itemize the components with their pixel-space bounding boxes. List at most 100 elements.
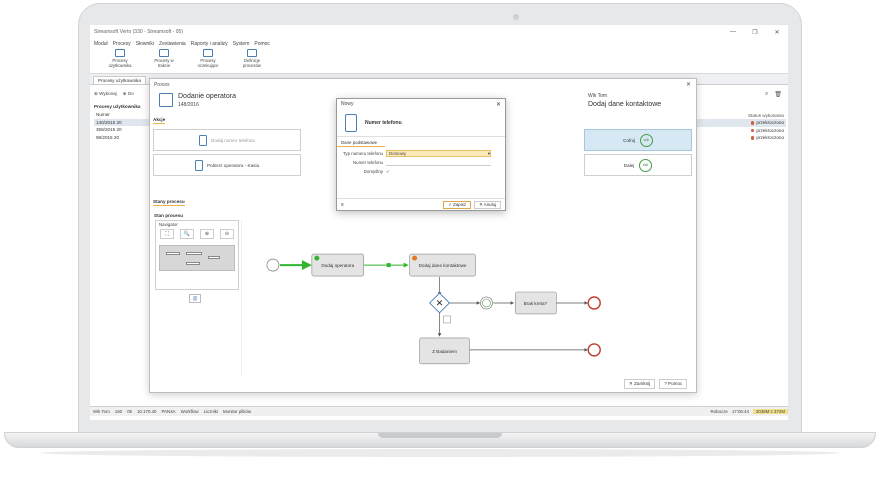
menu-item-zestawienia[interactable]: Zestawienia (159, 41, 186, 47)
operation-title: Dodanie operatora (178, 93, 236, 100)
save-button[interactable]: ✓ Zapisz (443, 200, 472, 209)
table-row[interactable]: 28m przekroczono (686, 134, 786, 142)
phone-type-select[interactable]: Domowy ▾ (386, 150, 491, 157)
zoom-icon[interactable]: 🔍 (180, 229, 194, 239)
process-dialog-title: Proces (154, 81, 170, 88)
ribbon-procesy-oczekujace[interactable]: Procesy oczekujące (192, 48, 224, 73)
menu-icon[interactable]: ≡ (341, 202, 344, 208)
end-event[interactable] (587, 343, 601, 357)
navigator-minimap[interactable] (159, 245, 235, 271)
cell-prefix: 20 (113, 134, 120, 140)
liczniki-link[interactable]: Liczniki (204, 409, 218, 414)
ribbon-label: Procesy oczekujące (197, 58, 219, 68)
status-dot (750, 121, 755, 125)
menu-item-procesy[interactable]: Procesy (113, 41, 131, 47)
app-window: Streamsoft Verto (330 - Streamsoft - 05)… (90, 25, 788, 420)
process-dialog-titlebar: Proces ✕ (150, 79, 696, 90)
process-icon (115, 49, 125, 57)
number-label: Numer telefonu (352, 160, 383, 165)
default-row: Domyślny ✓ (337, 167, 505, 176)
ribbon-definicje-procesow[interactable]: Definicje procesów (236, 48, 268, 73)
stany-procesu-tab[interactable]: Stany procesu (153, 199, 185, 206)
zoom-out-icon[interactable]: ⊖ (220, 229, 234, 239)
ribbon-label: Procesy użytkownika (108, 58, 132, 68)
status-dot (412, 255, 418, 261)
back-label: Cofnij (623, 137, 635, 143)
fit-icon[interactable]: ⛶ (160, 229, 174, 239)
wykonaj-button[interactable]: ⊕ Wykonaj (94, 91, 117, 97)
status-user: Wik Tom (93, 409, 110, 414)
dane-podstawowe-tab[interactable]: Dane podstawowe (337, 137, 385, 147)
menu-item-pomoc[interactable]: Pomoc (254, 41, 270, 47)
menu-item-raporty[interactable]: Raporty i analizy (191, 41, 228, 47)
window-title: Streamsoft Verto (330 - Streamsoft - 05) (94, 29, 183, 35)
number-row: Numer telefonu (337, 158, 505, 167)
workflow-link[interactable]: Workflow (181, 409, 199, 414)
zoom-in-icon[interactable]: ⊕ (200, 229, 214, 239)
stan-procesu-label: Stan procesu (154, 213, 184, 218)
table-row[interactable]: 40m przekroczono (686, 127, 786, 135)
get-operator-button[interactable]: Pobierz operatora - Kasia (153, 154, 301, 176)
end-event[interactable] (587, 296, 601, 310)
navigator-label: Navigator (159, 222, 178, 227)
menu-item-modul[interactable]: Moduł (94, 41, 108, 47)
menu-bar: Moduł Procesy Słowniki Zestawienia Rapor… (90, 39, 788, 48)
status-memory: 2038M z 372M (752, 409, 788, 414)
navigator-panel: Navigator ⛶ 🔍 ⊕ ⊖ (155, 220, 239, 290)
task-user: Wik Tom (588, 93, 608, 99)
status-right: Robocze 17:06:44 2038M z 372M (711, 409, 788, 414)
chevron-down-icon: ▾ (487, 150, 490, 156)
cancel-button[interactable]: ✕ Anuluj (474, 200, 501, 209)
laptop-shadow (40, 449, 840, 457)
operation-number: 148/2016 (178, 102, 199, 108)
next-button[interactable]: Dalej ⇨ (584, 154, 692, 176)
close-icon[interactable]: ✕ (686, 81, 691, 88)
gateway-x-icon: ✕ (436, 298, 444, 308)
add-phone-button[interactable]: Dodaj numer telefonu (153, 129, 301, 151)
status-dot (750, 136, 755, 140)
zamknij-button[interactable]: ✕ Zamknij (624, 379, 656, 389)
background-icons: ⌕ 🗑 (765, 91, 782, 98)
operation-header: Dodanie operatora 148/2016 (159, 93, 236, 108)
akcje-tab[interactable]: Akcje (153, 117, 166, 124)
process-dialog-footer: ✕ Zamknij ? Pomoc (624, 379, 688, 389)
table-row[interactable]: 50m przekroczono (686, 119, 786, 127)
table-row[interactable]: 358/2015 20 (94, 126, 154, 134)
status-bar: Wik Tom 160 05 10.170.40 PAN4A Workflow … (90, 406, 788, 416)
column-header: Numer (94, 111, 154, 119)
status-cell: przekroczono (750, 120, 784, 126)
default-checkbox[interactable]: ✓ (386, 169, 390, 175)
monitor-link[interactable]: Monitor plików (223, 409, 251, 414)
ribbon-procesy-uzytkownika[interactable]: Procesy użytkownika (104, 48, 136, 73)
table-row[interactable]: 140/2015 20 (94, 118, 154, 126)
status-item: 160 (114, 409, 123, 414)
navigator-tools: ⛶ 🔍 ⊕ ⊖ (156, 229, 238, 239)
tab-procesy-uzytkownika[interactable]: Procesy użytkownika (93, 76, 146, 84)
menu-item-system[interactable]: System (233, 41, 250, 47)
cell-prefix: 20 (116, 127, 122, 132)
column-numer: Numer (96, 112, 110, 117)
table-row[interactable]: 98/2015 20 (94, 134, 154, 142)
back-button[interactable]: Cofnij ⇨ (584, 129, 692, 151)
menu-item-slowniki[interactable]: Słowniki (136, 41, 154, 47)
phone-icon (345, 113, 357, 132)
pomoc-button[interactable]: ? Pomoc (659, 379, 688, 389)
maximize-button[interactable]: ❐ (744, 29, 766, 36)
cell-numer: 140/2015 (96, 119, 116, 125)
do-button[interactable]: ⊕ Do (123, 91, 134, 97)
search-icon[interactable]: ⌕ (765, 91, 768, 98)
user-icon (194, 159, 203, 171)
cell-status: przekroczono (756, 120, 784, 125)
at-icon[interactable]: @ (189, 294, 201, 303)
phone-number-input[interactable] (386, 159, 491, 166)
start-event[interactable] (266, 258, 280, 272)
trash-icon[interactable]: 🗑 (774, 91, 782, 98)
minimize-button[interactable]: — (722, 29, 744, 36)
close-window-button[interactable]: ✕ (766, 29, 788, 36)
process-icon (159, 49, 169, 57)
default-label: Domyślny (363, 169, 383, 174)
flow-marker (386, 263, 391, 268)
type-row: Typ numeru telefonu Domowy ▾ (337, 149, 505, 158)
ribbon-procesy-w-trakcie[interactable]: Procesy w trakcie (148, 48, 180, 73)
close-icon[interactable]: ✕ (496, 101, 501, 108)
